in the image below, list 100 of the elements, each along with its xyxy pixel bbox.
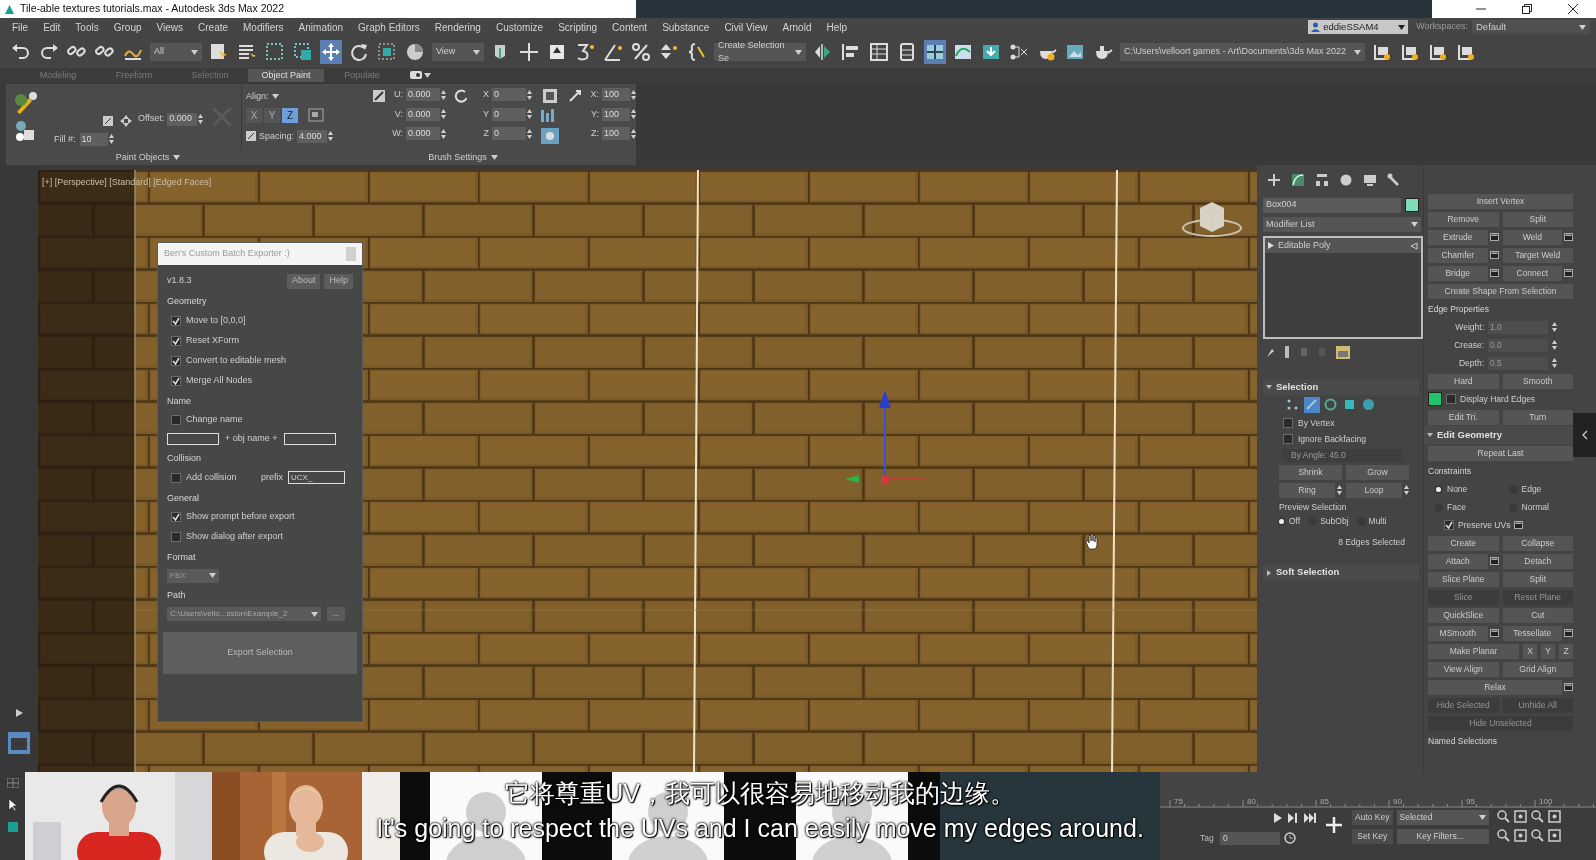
ribbon-tab[interactable]: Freeform	[96, 68, 172, 82]
tool-button[interactable]: Target Weld	[1502, 247, 1573, 263]
menu-item[interactable]: Arnold	[782, 19, 812, 35]
auto-key-button[interactable]: Auto Key	[1352, 810, 1393, 825]
rollout-header[interactable]: Selection	[1263, 379, 1419, 395]
border-mode-icon[interactable]	[1323, 397, 1339, 413]
dialog-button[interactable]: Help	[324, 273, 353, 289]
checkbox[interactable]	[171, 472, 181, 483]
spinner-field[interactable]: 1.0	[1488, 320, 1548, 334]
settings-box-icon[interactable]	[1564, 269, 1573, 277]
spinner-field[interactable]: 0.0	[1488, 338, 1548, 352]
radio-button[interactable]	[1434, 484, 1443, 494]
spinner-field[interactable]: 10	[79, 132, 108, 146]
panel-title[interactable]: Paint Objects	[115, 150, 170, 165]
spinner-arrows-icon[interactable]	[1337, 484, 1342, 496]
menu-item[interactable]: Content	[612, 19, 648, 35]
angle-spinner[interactable]: By Angle: 45.0	[1283, 448, 1403, 462]
caret-icon[interactable]	[795, 49, 802, 55]
key-mode-dropdown[interactable]: Selected	[1396, 810, 1489, 825]
caret-icon[interactable]	[311, 611, 318, 617]
settings-box-icon[interactable]	[1564, 233, 1573, 241]
dialog-button[interactable]: About	[286, 273, 321, 289]
move-icon[interactable]	[120, 114, 132, 127]
menu-item[interactable]: Group	[113, 19, 142, 35]
spinner-field[interactable]: 0.000	[406, 127, 440, 141]
menu-item[interactable]: Substance	[662, 19, 710, 35]
hierarchy-tab[interactable]	[1315, 173, 1329, 187]
configure-icon[interactable]	[1336, 345, 1350, 359]
spinner-arrows-icon[interactable]	[328, 130, 334, 143]
modifier-list-dropdown[interactable]: Modifier List	[1263, 217, 1421, 232]
spinner-arrows-icon[interactable]	[441, 127, 446, 140]
spinner-arrows-icon[interactable]	[631, 127, 636, 140]
tool-button[interactable]: Collapse	[1502, 535, 1573, 551]
ribbon-tab[interactable]: Populate	[324, 68, 400, 82]
menu-item[interactable]: Graph Editors	[358, 19, 420, 35]
object-name-field[interactable]: Box004	[1263, 197, 1402, 213]
spinner-arrows-icon[interactable]	[1552, 321, 1557, 333]
spinner-arrows-icon[interactable]	[527, 108, 532, 121]
caret-icon[interactable]	[1266, 569, 1272, 576]
menu-item[interactable]: Customize	[495, 19, 544, 35]
spinner-field[interactable]: 0	[492, 88, 526, 102]
create-tab[interactable]	[1267, 173, 1281, 187]
checkbox[interactable]	[1283, 418, 1293, 428]
play-icon[interactable]	[1274, 813, 1282, 823]
scale-icon[interactable]	[568, 89, 582, 103]
spinner-arrows-icon[interactable]	[527, 127, 532, 140]
caret-icon[interactable]	[1266, 384, 1272, 390]
restore-icon[interactable]	[1522, 4, 1532, 14]
go-to-end-icon[interactable]	[1304, 813, 1316, 823]
align-grid-icon[interactable]	[308, 108, 324, 122]
checkbox[interactable]	[171, 532, 181, 542]
panel-title[interactable]: Brush Settings	[428, 150, 487, 165]
menu-item[interactable]: Animation	[298, 19, 344, 35]
spinner-field[interactable]: 100	[602, 127, 630, 141]
app-icon[interactable]	[7, 822, 18, 832]
settings-box-icon[interactable]	[1489, 233, 1499, 241]
tool-button[interactable]: Remove	[1428, 211, 1499, 227]
tool-button[interactable]: Extrude	[1428, 229, 1488, 245]
element-mode-icon[interactable]	[1361, 397, 1377, 413]
menu-item[interactable]: Civil View	[724, 19, 768, 35]
settings-box-icon[interactable]	[1489, 251, 1499, 259]
tool-button[interactable]: QuickSlice	[1428, 607, 1499, 623]
menu-item[interactable]: Edit	[43, 19, 61, 35]
show-end-icon[interactable]	[1284, 345, 1290, 359]
caret-icon[interactable]	[1354, 49, 1361, 55]
tool-button[interactable]: Connect	[1502, 265, 1562, 281]
caret-icon[interactable]	[191, 49, 198, 55]
frame-field[interactable]: 0	[1220, 831, 1280, 845]
time-config-icon[interactable]	[1284, 832, 1296, 844]
tool-button[interactable]: Relax	[1428, 679, 1562, 695]
key-filters-button[interactable]: Key Filters...	[1396, 829, 1489, 844]
spinner-field[interactable]: 4.000	[297, 129, 328, 143]
spinner-field[interactable]: 100	[602, 107, 630, 121]
zoom-extents-icon[interactable]	[1530, 810, 1544, 823]
display-tab[interactable]	[1363, 173, 1377, 187]
tool-button[interactable]: Hard	[1428, 373, 1499, 389]
spinner-arrows-icon[interactable]	[108, 133, 114, 146]
motion-tab[interactable]	[1339, 173, 1353, 187]
menu-item[interactable]: Help	[826, 19, 848, 35]
menu-item[interactable]: Scripting	[558, 19, 598, 35]
checkbox[interactable]	[171, 335, 181, 346]
checkbox[interactable]	[1446, 394, 1456, 404]
tool-button[interactable]: Smooth	[1502, 373, 1573, 389]
play-icon[interactable]	[14, 708, 24, 718]
tool-button[interactable]: Grow	[1346, 464, 1409, 480]
tool-button[interactable]: Repeat Last	[1428, 445, 1573, 461]
tool-button[interactable]: Attach	[1428, 553, 1488, 569]
tool-button[interactable]: Insert Vertex	[1428, 193, 1573, 209]
spinner-field[interactable]: 0.000	[406, 107, 440, 121]
tool-button[interactable]: X	[1523, 643, 1537, 659]
panel-collapse-button[interactable]	[1573, 413, 1596, 457]
object-pick-icon[interactable]	[102, 114, 114, 127]
caret-icon[interactable]	[271, 94, 279, 100]
selection-filter-dropdown[interactable]: All	[150, 43, 202, 61]
color-swatch[interactable]	[1428, 392, 1442, 406]
caret-icon[interactable]	[173, 155, 181, 160]
coordinate-system-dropdown[interactable]: View	[432, 43, 484, 61]
utilities-tab[interactable]	[1387, 173, 1401, 187]
menu-item[interactable]: File	[12, 19, 29, 35]
tool-button[interactable]: Cut	[1502, 607, 1573, 623]
